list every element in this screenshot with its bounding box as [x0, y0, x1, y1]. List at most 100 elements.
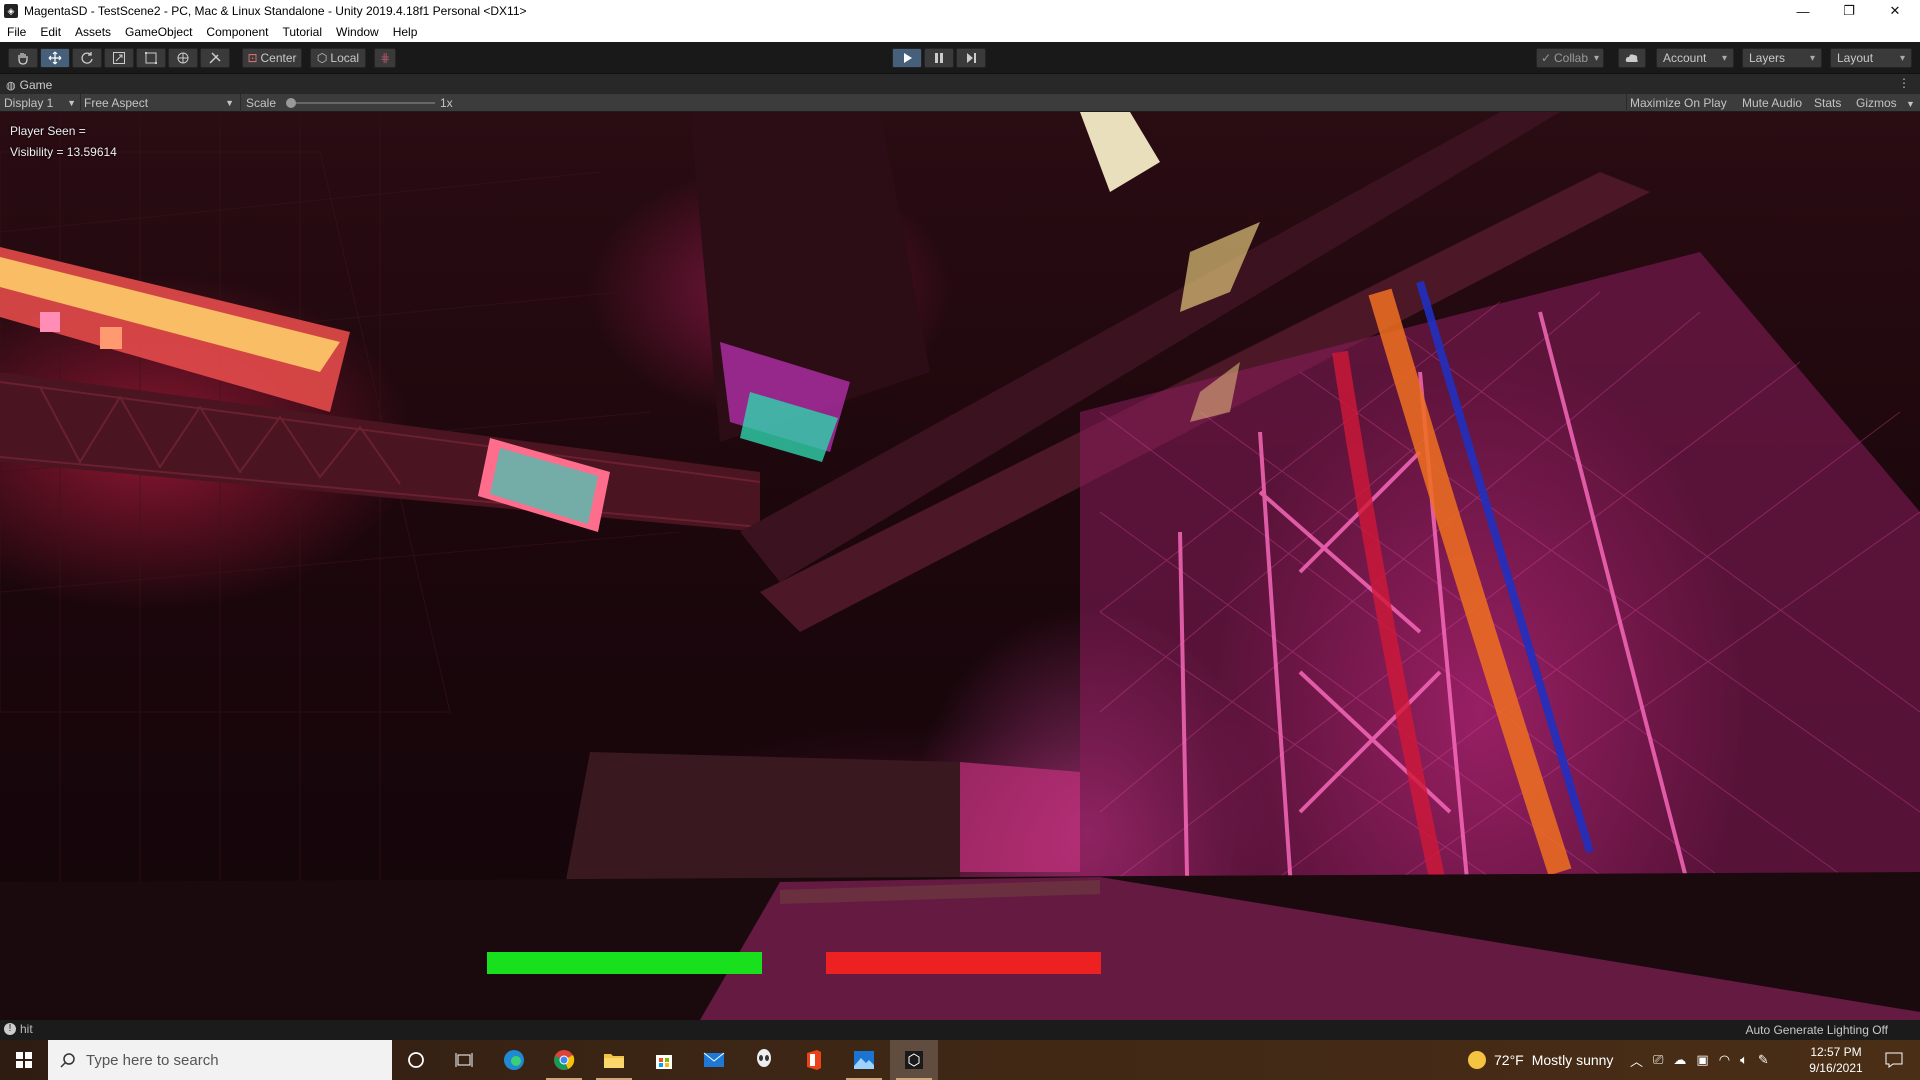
chevron-down-icon: ▼: [225, 98, 234, 108]
scene-render: [0, 112, 1920, 1020]
aspect-dropdown[interactable]: Free Aspect ▼: [84, 94, 234, 112]
pen-icon[interactable]: ✎: [1758, 1052, 1769, 1068]
volume-icon[interactable]: 🔈︎: [1740, 1052, 1748, 1068]
layout-dropdown[interactable]: Layout: [1830, 48, 1912, 68]
alien-icon: [757, 1049, 771, 1067]
restore-button[interactable]: ❐: [1826, 0, 1872, 22]
foreground-pipe: [779, 880, 1101, 904]
menu-component[interactable]: Component: [199, 22, 275, 42]
custom-tool-button[interactable]: [200, 48, 230, 68]
rotate-icon: [81, 52, 93, 64]
display-icon[interactable]: ▣: [1696, 1052, 1708, 1068]
photos-icon: [854, 1051, 874, 1069]
chevron-down-icon: ▼: [67, 98, 76, 108]
rect-tool-button[interactable]: [136, 48, 166, 68]
collab-dropdown[interactable]: ✓ Collab: [1536, 48, 1604, 68]
windows-logo-icon: [16, 1052, 32, 1068]
photos-button[interactable]: [840, 1040, 888, 1080]
cloud-button[interactable]: [1618, 48, 1646, 68]
scale-slider-handle[interactable]: [286, 98, 296, 108]
alienware-button[interactable]: [740, 1040, 788, 1080]
menu-edit[interactable]: Edit: [33, 22, 68, 42]
game-view[interactable]: Player Seen = Visibility = 13.59614: [0, 112, 1920, 1020]
edge-button[interactable]: [490, 1040, 538, 1080]
maximize-on-play-toggle[interactable]: Maximize On Play: [1630, 94, 1727, 112]
windows-taskbar: Type here to search 72°F Mostly sunny ︿ …: [0, 1040, 1920, 1080]
scale-tool-button[interactable]: [104, 48, 134, 68]
meet-now-icon[interactable]: ⎚: [1653, 1052, 1663, 1068]
health-bar: [487, 952, 762, 974]
tab-menu-icon[interactable]: ⋮: [1898, 76, 1910, 90]
detection-bar: [826, 952, 1101, 974]
onedrive-icon[interactable]: ☁: [1673, 1052, 1686, 1068]
file-explorer-button[interactable]: [590, 1040, 638, 1080]
display-dropdown[interactable]: Display 1 ▼: [4, 94, 76, 112]
status-bar: ! hit Auto Generate Lighting Off: [0, 1020, 1920, 1040]
hand-tool-button[interactable]: [8, 48, 38, 68]
close-button[interactable]: ✕: [1872, 0, 1918, 22]
main-toolbar: ⊡Center ⬡Local ⋕ ✓Collab Account Layers …: [0, 42, 1920, 74]
notification-icon: [1885, 1052, 1903, 1068]
move-tool-button[interactable]: [40, 48, 70, 68]
scale-label: Scale: [246, 96, 277, 110]
clock[interactable]: 12:57 PM 9/16/2021: [1806, 1040, 1866, 1080]
divider: [80, 94, 81, 112]
collab-icon: ✓: [1540, 51, 1551, 65]
rotate-tool-button[interactable]: [72, 48, 102, 68]
lighting-status[interactable]: Auto Generate Lighting Off: [1745, 1023, 1888, 1037]
office-button[interactable]: [790, 1040, 838, 1080]
pivot-center-toggle[interactable]: ⊡ Center: [242, 48, 302, 68]
menu-file[interactable]: File: [0, 22, 33, 42]
system-tray: ︿ ⎚ ☁ ▣ ◠ 🔈︎ ✎: [1630, 1040, 1769, 1080]
menu-window[interactable]: Window: [329, 22, 386, 42]
gizmos-dropdown[interactable]: Gizmos ▼: [1856, 94, 1915, 112]
unity-icon: [905, 1051, 923, 1069]
office-icon: [807, 1050, 821, 1070]
mute-audio-toggle[interactable]: Mute Audio: [1742, 94, 1802, 112]
transform-tool-button[interactable]: [168, 48, 198, 68]
taskbar-search[interactable]: Type here to search: [48, 1040, 392, 1080]
menu-assets[interactable]: Assets: [68, 22, 118, 42]
pivot-local-toggle[interactable]: ⬡ Local: [310, 48, 366, 68]
move-icon: [48, 51, 62, 65]
task-view-button[interactable]: [440, 1040, 488, 1080]
grid-snap-button[interactable]: ⋕: [374, 48, 396, 68]
unity-taskbar-button[interactable]: [890, 1040, 938, 1080]
menu-help[interactable]: Help: [386, 22, 425, 42]
wifi-icon[interactable]: ◠: [1719, 1052, 1730, 1068]
tools-icon: [209, 52, 221, 64]
menu-gameobject[interactable]: GameObject: [118, 22, 199, 42]
account-dropdown[interactable]: Account: [1656, 48, 1734, 68]
chrome-button[interactable]: [540, 1040, 588, 1080]
step-button[interactable]: [956, 48, 986, 68]
info-icon: !: [4, 1023, 16, 1035]
divider: [240, 94, 241, 112]
game-tab-row: ◍ Game ⋮: [0, 74, 1920, 94]
weather-widget[interactable]: 72°F Mostly sunny: [1468, 1040, 1613, 1080]
notifications-button[interactable]: [1876, 1040, 1912, 1080]
game-view-toolbar: Display 1 ▼ Free Aspect ▼ Scale 1x Maxim…: [0, 94, 1920, 112]
mail-icon: [703, 1052, 725, 1067]
console-message[interactable]: ! hit: [4, 1022, 33, 1036]
edge-icon: [504, 1050, 524, 1070]
tab-game[interactable]: ◍ Game: [6, 76, 52, 94]
start-button[interactable]: [0, 1040, 48, 1080]
scale-slider-track[interactable]: [289, 102, 435, 104]
menu-bar: File Edit Assets GameObject Component Tu…: [0, 22, 1920, 42]
stats-toggle[interactable]: Stats: [1814, 94, 1841, 112]
play-button[interactable]: [892, 48, 922, 68]
unity-logo-icon: ◈: [4, 4, 18, 18]
grid-icon: ⋕: [379, 51, 391, 65]
chevron-up-icon[interactable]: ︿: [1630, 1051, 1643, 1070]
minimize-button[interactable]: —: [1780, 0, 1826, 22]
lit-block: [960, 762, 1080, 872]
pause-button[interactable]: [924, 48, 954, 68]
cloud-icon: [1625, 54, 1638, 62]
layers-dropdown[interactable]: Layers: [1742, 48, 1822, 68]
cortana-button[interactable]: [392, 1040, 440, 1080]
store-button[interactable]: [640, 1040, 688, 1080]
menu-tutorial[interactable]: Tutorial: [275, 22, 329, 42]
search-icon: [60, 1053, 75, 1068]
chevron-down-icon: ▼: [1906, 99, 1915, 109]
mail-button[interactable]: [690, 1040, 738, 1080]
